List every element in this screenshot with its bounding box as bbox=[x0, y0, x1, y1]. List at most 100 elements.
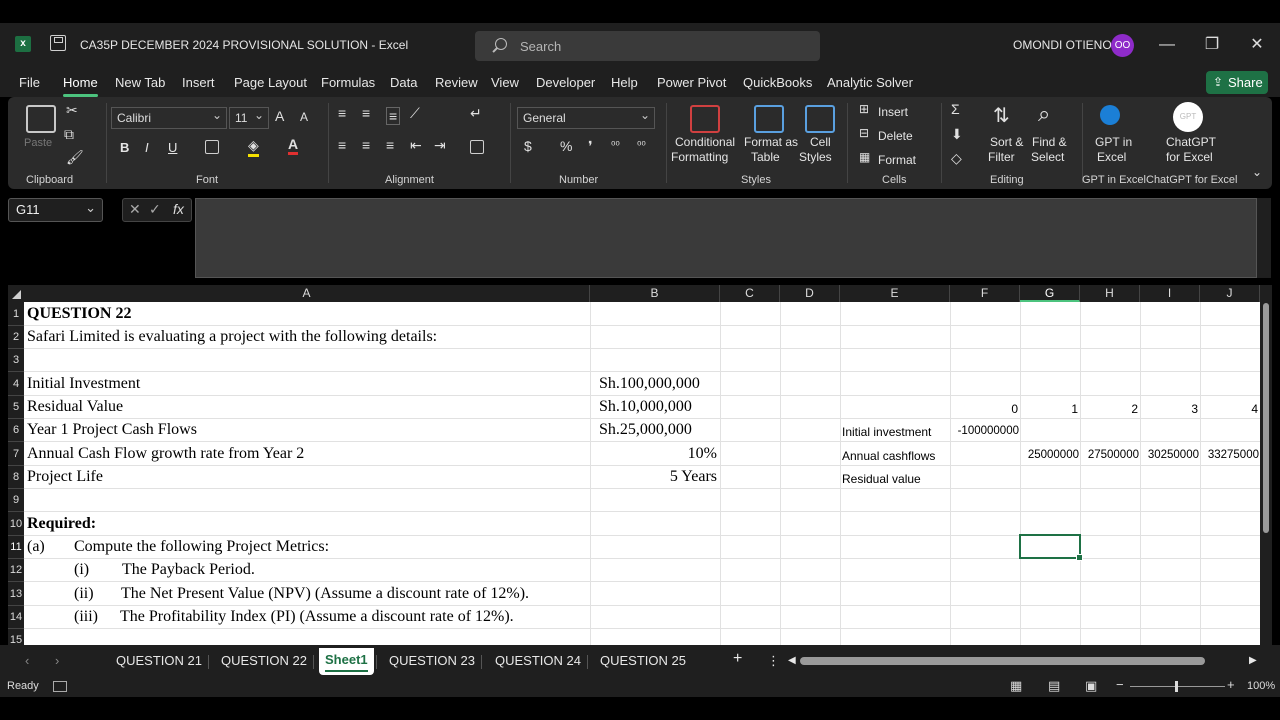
align-right-icon[interactable]: ≡ bbox=[386, 137, 394, 153]
hscroll-left-icon[interactable]: ◀ bbox=[788, 655, 796, 666]
minimize-button[interactable]: — bbox=[1156, 34, 1178, 56]
cell-a11-number[interactable]: (a) bbox=[27, 538, 45, 556]
decrease-indent-icon[interactable]: ⇤ bbox=[410, 137, 422, 154]
insert-function-icon[interactable]: fx bbox=[173, 201, 184, 217]
sort-filter-label-2[interactable]: Filter bbox=[988, 150, 1015, 164]
row-header-11[interactable]: 11 bbox=[8, 536, 24, 559]
paste-icon[interactable] bbox=[26, 105, 56, 133]
cell-e8[interactable]: Residual value bbox=[842, 472, 921, 486]
enter-icon[interactable]: ✓ bbox=[149, 201, 161, 218]
orientation-icon[interactable]: ⟋ bbox=[410, 105, 420, 122]
format-cells-button[interactable]: Format bbox=[878, 153, 916, 167]
cell-a10[interactable]: Required: bbox=[27, 515, 96, 533]
percent-icon[interactable]: % bbox=[560, 138, 572, 154]
tab-quickbooks[interactable]: QuickBooks bbox=[743, 75, 812, 90]
accessibility-icon[interactable] bbox=[53, 681, 67, 692]
share-button[interactable]: Share bbox=[1206, 71, 1268, 94]
cell-g5[interactable]: 1 bbox=[1020, 402, 1078, 416]
tab-developer[interactable]: Developer bbox=[536, 75, 595, 90]
conditional-formatting-label[interactable]: Conditional bbox=[675, 135, 735, 149]
column-header-c[interactable]: C bbox=[720, 285, 780, 302]
align-left-icon[interactable]: ≡ bbox=[338, 137, 346, 153]
select-all-corner[interactable] bbox=[8, 285, 24, 302]
number-format-dropdown[interactable]: General bbox=[517, 107, 655, 129]
vertical-scroll-thumb[interactable] bbox=[1263, 303, 1269, 533]
comma-icon[interactable]: ❜ bbox=[588, 138, 593, 155]
row-header-8[interactable]: 8 bbox=[8, 466, 24, 489]
row-header-5[interactable]: 5 bbox=[8, 396, 24, 419]
format-as-table-label[interactable]: Format as bbox=[744, 135, 798, 149]
wrap-text-icon[interactable]: ↵ bbox=[470, 105, 482, 122]
align-bottom-icon[interactable]: ≡ bbox=[386, 107, 401, 125]
restore-button[interactable]: ❐ bbox=[1201, 34, 1223, 56]
add-sheet-button[interactable]: + bbox=[733, 650, 742, 668]
tab-page-layout[interactable]: Page Layout bbox=[234, 75, 307, 90]
cell-a7[interactable]: Annual Cash Flow growth rate from Year 2 bbox=[27, 445, 304, 463]
cell-area[interactable]: QUESTION 22 Safari Limited is evaluating… bbox=[24, 302, 1260, 645]
sheet-tab-question-21[interactable]: QUESTION 21 bbox=[116, 653, 202, 668]
horizontal-scroll-thumb[interactable] bbox=[800, 657, 1205, 665]
cell-a5[interactable]: Residual Value bbox=[27, 398, 123, 416]
cancel-icon[interactable]: ✕ bbox=[129, 201, 141, 218]
tab-insert[interactable]: Insert bbox=[182, 75, 215, 90]
font-size-dropdown[interactable]: 11 bbox=[229, 107, 269, 129]
row-header-6[interactable]: 6 bbox=[8, 419, 24, 442]
zoom-out-button[interactable]: − bbox=[1116, 677, 1124, 692]
tab-data[interactable]: Data bbox=[390, 75, 417, 90]
cell-i7[interactable]: 30250000 bbox=[1140, 449, 1199, 461]
chatgpt-icon[interactable]: GPT bbox=[1173, 102, 1203, 132]
column-header-i[interactable]: I bbox=[1140, 285, 1200, 302]
cell-styles-icon[interactable] bbox=[805, 105, 835, 133]
cell-f5[interactable]: 0 bbox=[950, 402, 1018, 416]
gpt-in-excel-label-2[interactable]: Excel bbox=[1097, 150, 1126, 164]
sort-filter-label[interactable]: Sort & bbox=[990, 135, 1023, 149]
cell-a6[interactable]: Year 1 Project Cash Flows bbox=[27, 421, 197, 439]
find-select-label[interactable]: Find & bbox=[1032, 135, 1067, 149]
column-header-b[interactable]: B bbox=[590, 285, 720, 302]
row-header-1[interactable]: 1 bbox=[8, 302, 24, 326]
insert-cells-button[interactable]: Insert bbox=[878, 105, 908, 119]
tab-review[interactable]: Review bbox=[435, 75, 478, 90]
scroll-tabs-left-icon[interactable]: ‹ bbox=[25, 653, 29, 668]
row-header-4[interactable]: 4 bbox=[8, 372, 24, 396]
zoom-in-button[interactable]: + bbox=[1227, 677, 1235, 692]
cell-a1[interactable]: QUESTION 22 bbox=[27, 305, 131, 323]
cell-b4[interactable]: Sh.100,000,000 bbox=[599, 375, 700, 393]
copy-icon[interactable]: ⧉ bbox=[64, 126, 74, 143]
row-header-9[interactable]: 9 bbox=[8, 489, 24, 512]
cell-b6[interactable]: Sh.25,000,000 bbox=[599, 421, 692, 439]
paste-label[interactable]: Paste bbox=[24, 137, 52, 149]
name-box[interactable]: G11 bbox=[8, 198, 103, 222]
cell-a14-number[interactable]: (iii) bbox=[74, 608, 98, 626]
page-layout-view-icon[interactable]: ▤ bbox=[1048, 678, 1060, 694]
conditional-formatting-icon[interactable] bbox=[690, 105, 720, 133]
avatar[interactable]: OO bbox=[1111, 34, 1134, 57]
increase-decimal-icon[interactable]: ⁰⁰ bbox=[611, 139, 620, 152]
zoom-level[interactable]: 100% bbox=[1247, 680, 1275, 692]
align-center-icon[interactable]: ≡ bbox=[362, 137, 370, 153]
cut-icon[interactable]: ✂ bbox=[66, 102, 78, 119]
format-as-table-icon[interactable] bbox=[754, 105, 784, 133]
sort-filter-icon[interactable]: ⇅ bbox=[993, 103, 1010, 128]
column-header-e[interactable]: E bbox=[840, 285, 950, 302]
bold-button[interactable]: B bbox=[120, 140, 129, 155]
cell-a4[interactable]: Initial Investment bbox=[27, 375, 140, 393]
tab-help[interactable]: Help bbox=[611, 75, 638, 90]
find-select-icon[interactable]: ⌕ bbox=[1038, 101, 1050, 127]
italic-button[interactable]: I bbox=[145, 140, 149, 155]
sheet-tab-question-22[interactable]: QUESTION 22 bbox=[221, 653, 307, 668]
row-header-13[interactable]: 13 bbox=[8, 582, 24, 606]
sheet-tab-question-23[interactable]: QUESTION 23 bbox=[389, 653, 475, 668]
increase-font-icon[interactable]: A bbox=[275, 108, 284, 124]
cell-a8[interactable]: Project Life bbox=[27, 468, 103, 486]
increase-indent-icon[interactable]: ⇥ bbox=[434, 137, 446, 154]
conditional-formatting-label-2[interactable]: Formatting bbox=[671, 150, 728, 164]
cell-e6[interactable]: Initial investment bbox=[842, 425, 931, 439]
sheet-tab-question-25[interactable]: QUESTION 25 bbox=[600, 653, 686, 668]
format-as-table-label-2[interactable]: Table bbox=[751, 150, 780, 164]
merge-center-icon[interactable] bbox=[470, 140, 484, 154]
row-header-2[interactable]: 2 bbox=[8, 326, 24, 349]
row-header-12[interactable]: 12 bbox=[8, 559, 24, 582]
row-header-15[interactable]: 15 bbox=[8, 629, 24, 645]
cell-h5[interactable]: 2 bbox=[1080, 402, 1138, 416]
